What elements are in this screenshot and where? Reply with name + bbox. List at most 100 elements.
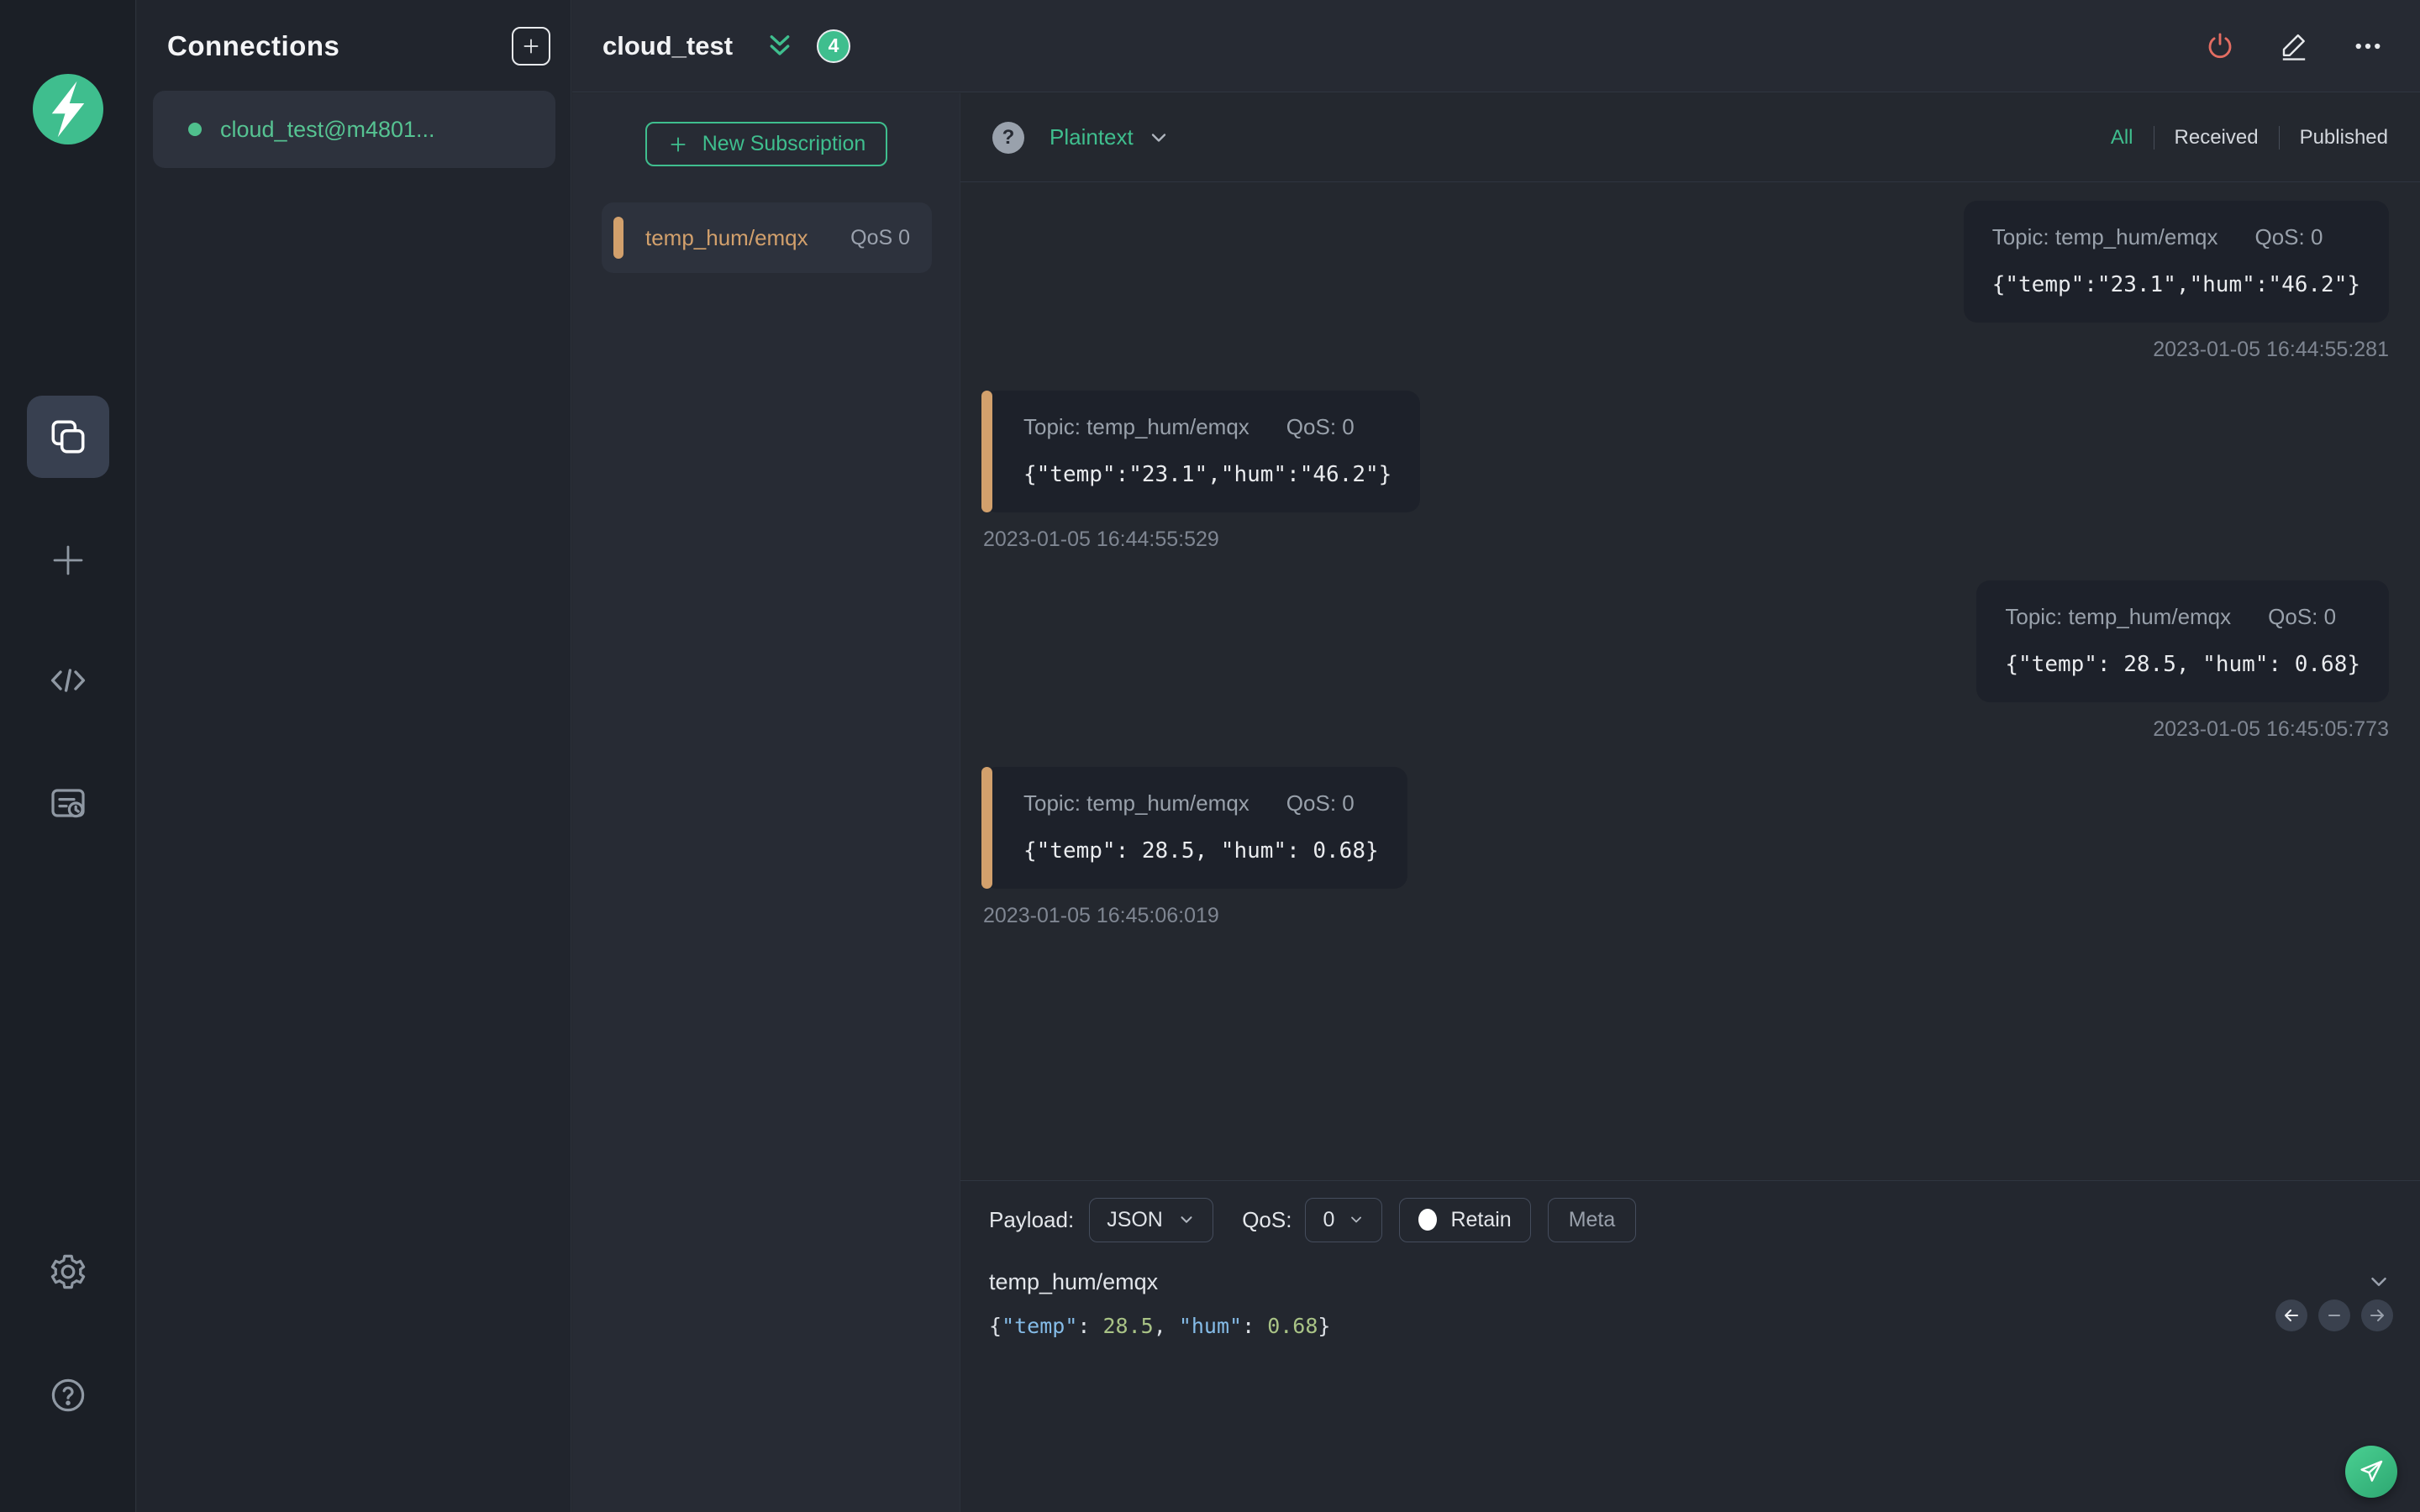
messages-column: ? Plaintext All Received Published Topic… — [960, 93, 2420, 1512]
payload-format-help-icon[interactable]: ? — [992, 121, 1024, 154]
sidebar-item-script[interactable] — [48, 660, 88, 701]
message-payload: {"temp":"23.1","hum":"46.2"} — [1023, 462, 1392, 487]
editor-token: "temp" — [1002, 1314, 1078, 1338]
chevron-down-icon — [1181, 1216, 1192, 1223]
new-connection-button[interactable] — [512, 27, 550, 66]
subscription-item[interactable]: temp_hum/emqx QoS 0 — [602, 202, 932, 273]
message-count-badge: 4 — [817, 29, 851, 63]
filter-published[interactable]: Published — [2300, 126, 2388, 150]
message-filters: All Received Published — [2111, 125, 2388, 150]
sidebar-item-log[interactable] — [48, 784, 88, 824]
connection-header: cloud_test 4 — [572, 0, 2420, 92]
message-bubble: Topic: temp_hum/emqx QoS: 0 {"temp": 28.5… — [981, 767, 1407, 889]
received-message: Topic: temp_hum/emqx QoS: 0 {"temp":"23.1… — [981, 391, 1421, 552]
publish-topic-row: temp_hum/emqx — [960, 1258, 2420, 1305]
disconnect-button[interactable] — [2203, 29, 2237, 63]
message-format-select[interactable]: Plaintext — [1050, 124, 1134, 150]
bolt-icon — [51, 81, 85, 138]
message-payload: {"temp": 28.5, "hum": 0.68} — [2005, 652, 2360, 677]
arrow-right-icon — [2370, 1309, 2385, 1322]
payload-format-value: JSON — [1107, 1207, 1163, 1231]
editor-token: } — [1318, 1314, 1331, 1338]
message-topic: Topic: temp_hum/emqx — [1023, 790, 1249, 816]
chevron-down-icon — [1351, 1216, 1362, 1223]
history-forward-button[interactable] — [2361, 1299, 2393, 1331]
message-timestamp: 2023-01-05 16:45:05:773 — [2153, 717, 2389, 741]
message-qos: QoS: 0 — [2268, 604, 2337, 629]
subscription-color-bar — [613, 217, 623, 259]
subscriptions-column: New Subscription temp_hum/emqx QoS 0 — [572, 93, 960, 1512]
filter-separator — [2278, 125, 2280, 150]
message-qos: QoS: 0 — [1286, 414, 1355, 439]
collapse-panel-chevron-icon[interactable] — [2366, 1269, 2391, 1294]
message-timestamp: 2023-01-05 16:44:55:281 — [2153, 338, 2389, 361]
received-message: Topic: temp_hum/emqx QoS: 0 {"temp": 28.5… — [981, 767, 1407, 928]
main-area: cloud_test 4 New Subscription temp_hum/e… — [572, 0, 2420, 1512]
code-icon — [50, 669, 86, 692]
publish-topic-input[interactable]: temp_hum/emqx — [989, 1269, 1158, 1295]
editor-token: , — [1153, 1314, 1179, 1338]
message-qos: QoS: 0 — [2254, 224, 2323, 249]
more-options-button[interactable] — [2351, 29, 2385, 63]
connected-status-dot — [188, 123, 202, 136]
help-icon — [51, 1378, 85, 1412]
new-subscription-label: New Subscription — [702, 132, 866, 155]
editor-nav-buttons — [2275, 1299, 2393, 1331]
filter-received[interactable]: Received — [2175, 126, 2259, 150]
sidebar-item-new-connection[interactable] — [48, 540, 88, 580]
editor-token: { — [989, 1314, 1002, 1338]
retain-dot-icon — [1418, 1209, 1438, 1231]
connection-list-item[interactable]: cloud_test@m4801... — [153, 91, 555, 168]
clear-button[interactable] — [2318, 1299, 2350, 1331]
meta-button[interactable]: Meta — [1547, 1197, 1637, 1242]
plus-icon — [671, 136, 686, 152]
new-subscription-button[interactable]: New Subscription — [645, 122, 887, 166]
received-accent-bar — [981, 767, 992, 889]
editor-token: 0.68 — [1267, 1314, 1318, 1338]
editor-token: : — [1242, 1314, 1268, 1338]
qos-value: 0 — [1323, 1207, 1335, 1231]
subscription-topic: temp_hum/emqx — [645, 224, 808, 250]
pencil-icon — [2282, 34, 2306, 60]
editor-token: 28.5 — [1102, 1314, 1154, 1338]
qos-select[interactable]: 0 — [1305, 1197, 1383, 1242]
sidebar-item-help[interactable] — [48, 1375, 88, 1415]
meta-label: Meta — [1568, 1207, 1616, 1231]
sidebar-item-settings[interactable] — [48, 1252, 88, 1292]
connections-panel-header: Connections — [137, 0, 571, 66]
payload-format-select[interactable]: JSON — [1089, 1197, 1214, 1242]
connections-title: Connections — [167, 30, 340, 61]
messages-toolbar: ? Plaintext All Received Published — [960, 93, 2420, 182]
history-back-button[interactable] — [2275, 1299, 2307, 1331]
edit-connection-button[interactable] — [2277, 29, 2311, 63]
filter-all[interactable]: All — [2111, 126, 2133, 150]
retain-toggle[interactable]: Retain — [1399, 1197, 1531, 1242]
collapse-chevrons-icon[interactable] — [765, 31, 795, 61]
arrow-left-icon — [2284, 1309, 2299, 1322]
chevron-down-icon[interactable] — [1147, 126, 1171, 150]
plus-icon — [53, 545, 83, 575]
message-topic: Topic: temp_hum/emqx — [1023, 414, 1249, 439]
message-qos: QoS: 0 — [1286, 790, 1355, 816]
sidebar-item-connections[interactable] — [27, 396, 109, 478]
received-accent-bar — [981, 391, 992, 512]
minus-icon — [2328, 1314, 2341, 1317]
payload-editor[interactable]: {"temp": 28.5, "hum": 0.68} — [960, 1305, 2420, 1338]
published-message: Topic: temp_hum/emqx QoS: 0 {"temp":"23.1… — [1963, 201, 2389, 362]
gear-icon — [50, 1254, 86, 1289]
connection-title: cloud_test — [602, 30, 734, 60]
app-sidebar — [0, 0, 136, 1512]
ellipsis-icon — [2355, 43, 2381, 49]
publish-panel: Payload: JSON QoS: 0 Retain Meta temp_hu… — [960, 1180, 2420, 1512]
message-list: Topic: temp_hum/emqx QoS: 0 {"temp":"23.1… — [960, 182, 2420, 1180]
send-button[interactable] — [2345, 1446, 2397, 1498]
connection-name: cloud_test@m4801... — [220, 116, 435, 142]
paper-plane-icon — [2360, 1460, 2383, 1482]
connections-icon — [51, 420, 85, 454]
editor-token: "hum" — [1178, 1314, 1243, 1338]
published-message: Topic: temp_hum/emqx QoS: 0 {"temp": 28.5… — [1976, 580, 2389, 742]
editor-token: : — [1077, 1314, 1103, 1338]
subscription-qos: QoS 0 — [850, 225, 910, 249]
power-icon — [2208, 32, 2232, 58]
message-bubble: Topic: temp_hum/emqx QoS: 0 {"temp":"23.1… — [981, 391, 1421, 512]
